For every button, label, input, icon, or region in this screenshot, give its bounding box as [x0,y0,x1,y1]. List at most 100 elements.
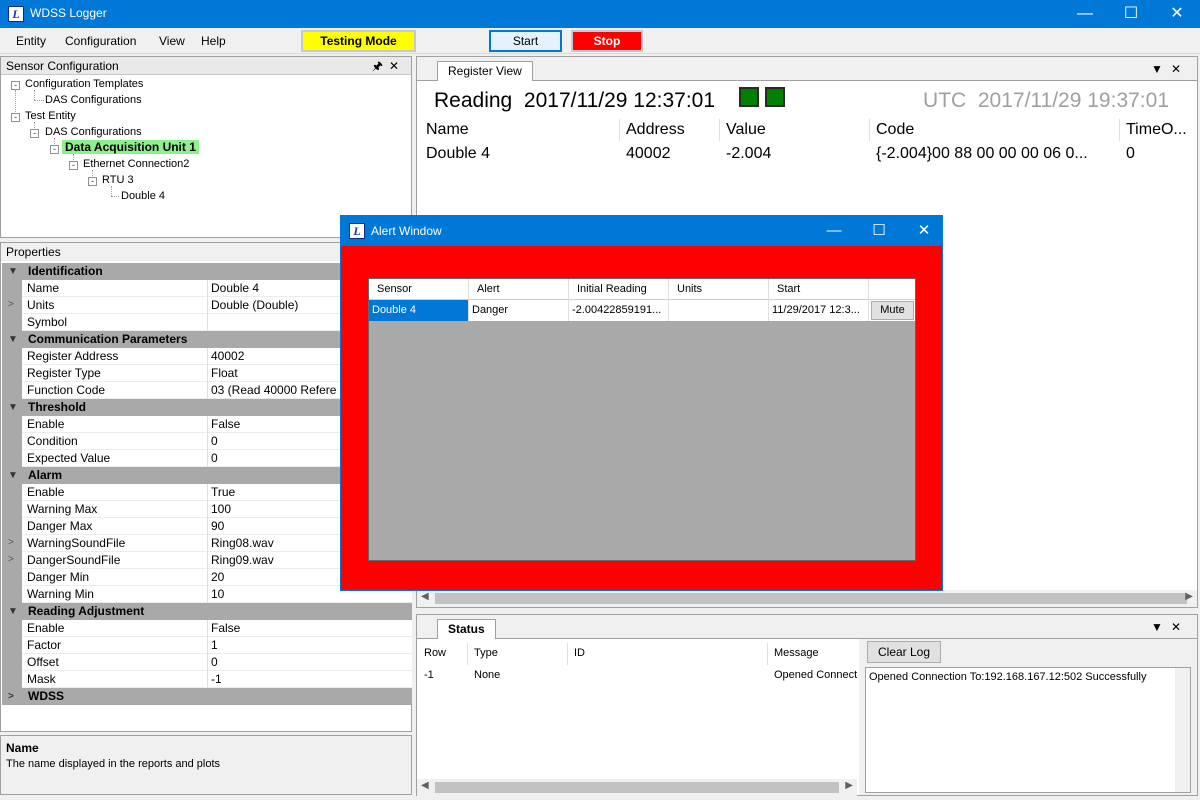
column-header-name[interactable]: Name [426,121,469,143]
collapse-toggle-icon[interactable]: - [30,129,39,138]
panel-close-icon[interactable]: ✕ [1171,620,1189,634]
column-header-type[interactable]: Type [474,647,498,667]
panel-close-icon[interactable]: ✕ [389,59,405,73]
alert-cell-sensor[interactable]: Double 4 [369,300,469,321]
stop-button[interactable]: Stop [571,30,643,52]
scrollbar-thumb[interactable] [435,782,839,793]
scrollbar-thumb[interactable] [435,593,1187,604]
tab-status[interactable]: Status [437,619,496,639]
column-header-timeo[interactable]: TimeO... [1126,121,1187,143]
column-header-code[interactable]: Code [876,121,914,143]
column-separator[interactable] [767,643,768,665]
menu-view[interactable]: View [159,34,185,48]
scroll-left-icon[interactable]: ◀ [421,591,429,602]
status-cell-message[interactable]: Opened Connect [774,669,857,681]
collapse-icon[interactable]: ▼ [8,263,18,280]
alert-cell-units[interactable] [669,300,769,321]
column-header-address[interactable]: Address [626,121,685,143]
status-cell-row[interactable]: -1 [424,669,434,681]
minimize-icon[interactable]: — [811,216,857,246]
collapse-toggle-icon[interactable]: - [88,177,97,186]
column-header-initial-reading[interactable]: Initial Reading [569,279,669,300]
clear-log-button[interactable]: Clear Log [867,641,941,663]
column-separator[interactable] [567,643,568,665]
property-value[interactable]: 0 [207,654,412,671]
register-cell-timeo[interactable]: 0 [1126,145,1135,163]
collapse-toggle-icon[interactable]: - [11,113,20,122]
log-textbox[interactable]: Opened Connection To:192.168.167.12:502 … [865,667,1191,793]
tree-item-test-entity[interactable]: Test Entity [25,110,76,122]
property-row[interactable]: Factor 1 [2,637,412,654]
tree-item-rtu[interactable]: RTU 3 [102,174,134,186]
mute-button[interactable]: Mute [871,301,914,320]
menu-configuration[interactable]: Configuration [65,34,136,48]
collapse-toggle-icon[interactable]: - [11,81,20,90]
column-header-units[interactable]: Units [669,279,769,300]
register-cell-name[interactable]: Double 4 [426,145,490,163]
register-cell-address[interactable]: 40002 [626,145,671,163]
column-separator[interactable] [619,119,620,141]
dropdown-icon[interactable]: ▼ [1151,62,1171,76]
property-row[interactable]: Offset 0 [2,654,412,671]
testing-mode-button[interactable]: Testing Mode [301,30,416,52]
alert-row[interactable]: Double 4 Danger -2.00422859191... 11/29/… [369,300,915,321]
column-header-value[interactable]: Value [726,121,766,143]
pin-icon[interactable]: 🖈 [372,59,389,73]
horizontal-scrollbar[interactable]: ◀ ▶ [417,779,857,796]
minimize-icon[interactable]: — [1062,0,1108,28]
expand-icon[interactable]: > [8,537,14,548]
panel-close-icon[interactable]: ✕ [1171,62,1189,76]
category-wdss[interactable]: > WDSS [2,688,412,705]
column-header-row[interactable]: Row [424,647,446,667]
register-cell-value[interactable]: -2.004 [726,145,771,163]
collapse-toggle-icon[interactable]: - [69,161,78,170]
column-separator[interactable] [467,643,468,665]
column-header-start[interactable]: Start [769,279,869,300]
menu-entity[interactable]: Entity [16,34,46,48]
tree-item-das-configurations-2[interactable]: DAS Configurations [45,126,142,138]
property-value[interactable]: -1 [207,671,412,688]
column-separator[interactable] [719,119,720,141]
expand-icon[interactable]: > [8,299,14,310]
close-icon[interactable]: ✕ [901,216,947,246]
start-button[interactable]: Start [489,30,562,52]
tree-item-data-acquisition-unit[interactable]: Data Acquisition Unit 1 [62,140,199,154]
collapse-icon[interactable]: ▼ [8,603,18,620]
tree-item-double-4[interactable]: Double 4 [121,190,165,202]
property-row[interactable]: Mask -1 [2,671,412,688]
alert-cell-alert[interactable]: Danger [469,300,569,321]
register-cell-code[interactable]: {-2.004}00 88 00 00 00 06 0... [876,145,1088,163]
column-separator[interactable] [1119,119,1120,141]
collapse-icon[interactable]: ▼ [8,399,18,416]
collapse-icon[interactable]: ▼ [8,467,18,484]
alert-cell-initial-reading[interactable]: -2.00422859191... [569,300,669,321]
status-cell-type[interactable]: None [474,669,500,681]
tree-item-configuration-templates[interactable]: Configuration Templates [25,78,143,90]
tree-item-ethernet-connection[interactable]: Ethernet Connection2 [83,158,189,170]
column-header-alert[interactable]: Alert [469,279,569,300]
expand-icon[interactable]: > [8,554,14,565]
property-value[interactable]: 1 [207,637,412,654]
column-header-message[interactable]: Message [774,647,819,667]
horizontal-scrollbar[interactable]: ◀ ▶ [417,590,1197,607]
column-header-sensor[interactable]: Sensor [369,279,469,300]
dropdown-icon[interactable]: ▼ [1151,620,1171,634]
scroll-left-icon[interactable]: ◀ [421,780,429,791]
collapse-toggle-icon[interactable]: - [50,145,59,154]
collapse-icon[interactable]: ▼ [8,331,18,348]
alert-cell-start[interactable]: 11/29/2017 12:3... [769,300,869,321]
column-header-id[interactable]: ID [574,647,585,667]
vertical-scrollbar[interactable] [1175,668,1190,792]
scroll-right-icon[interactable]: ▶ [845,780,853,791]
category-reading-adjustment[interactable]: ▼ Reading Adjustment [2,603,412,620]
maximize-icon[interactable]: ☐ [856,216,902,246]
tab-register-view[interactable]: Register View [437,61,533,81]
menu-help[interactable]: Help [201,34,226,48]
tree-item-das-configurations[interactable]: DAS Configurations [45,94,142,106]
property-value[interactable]: False [207,620,412,637]
column-separator[interactable] [869,119,870,141]
maximize-icon[interactable]: ☐ [1108,0,1154,28]
expand-icon[interactable]: > [8,688,14,705]
scroll-right-icon[interactable]: ▶ [1185,591,1193,602]
property-row[interactable]: Enable False [2,620,412,637]
